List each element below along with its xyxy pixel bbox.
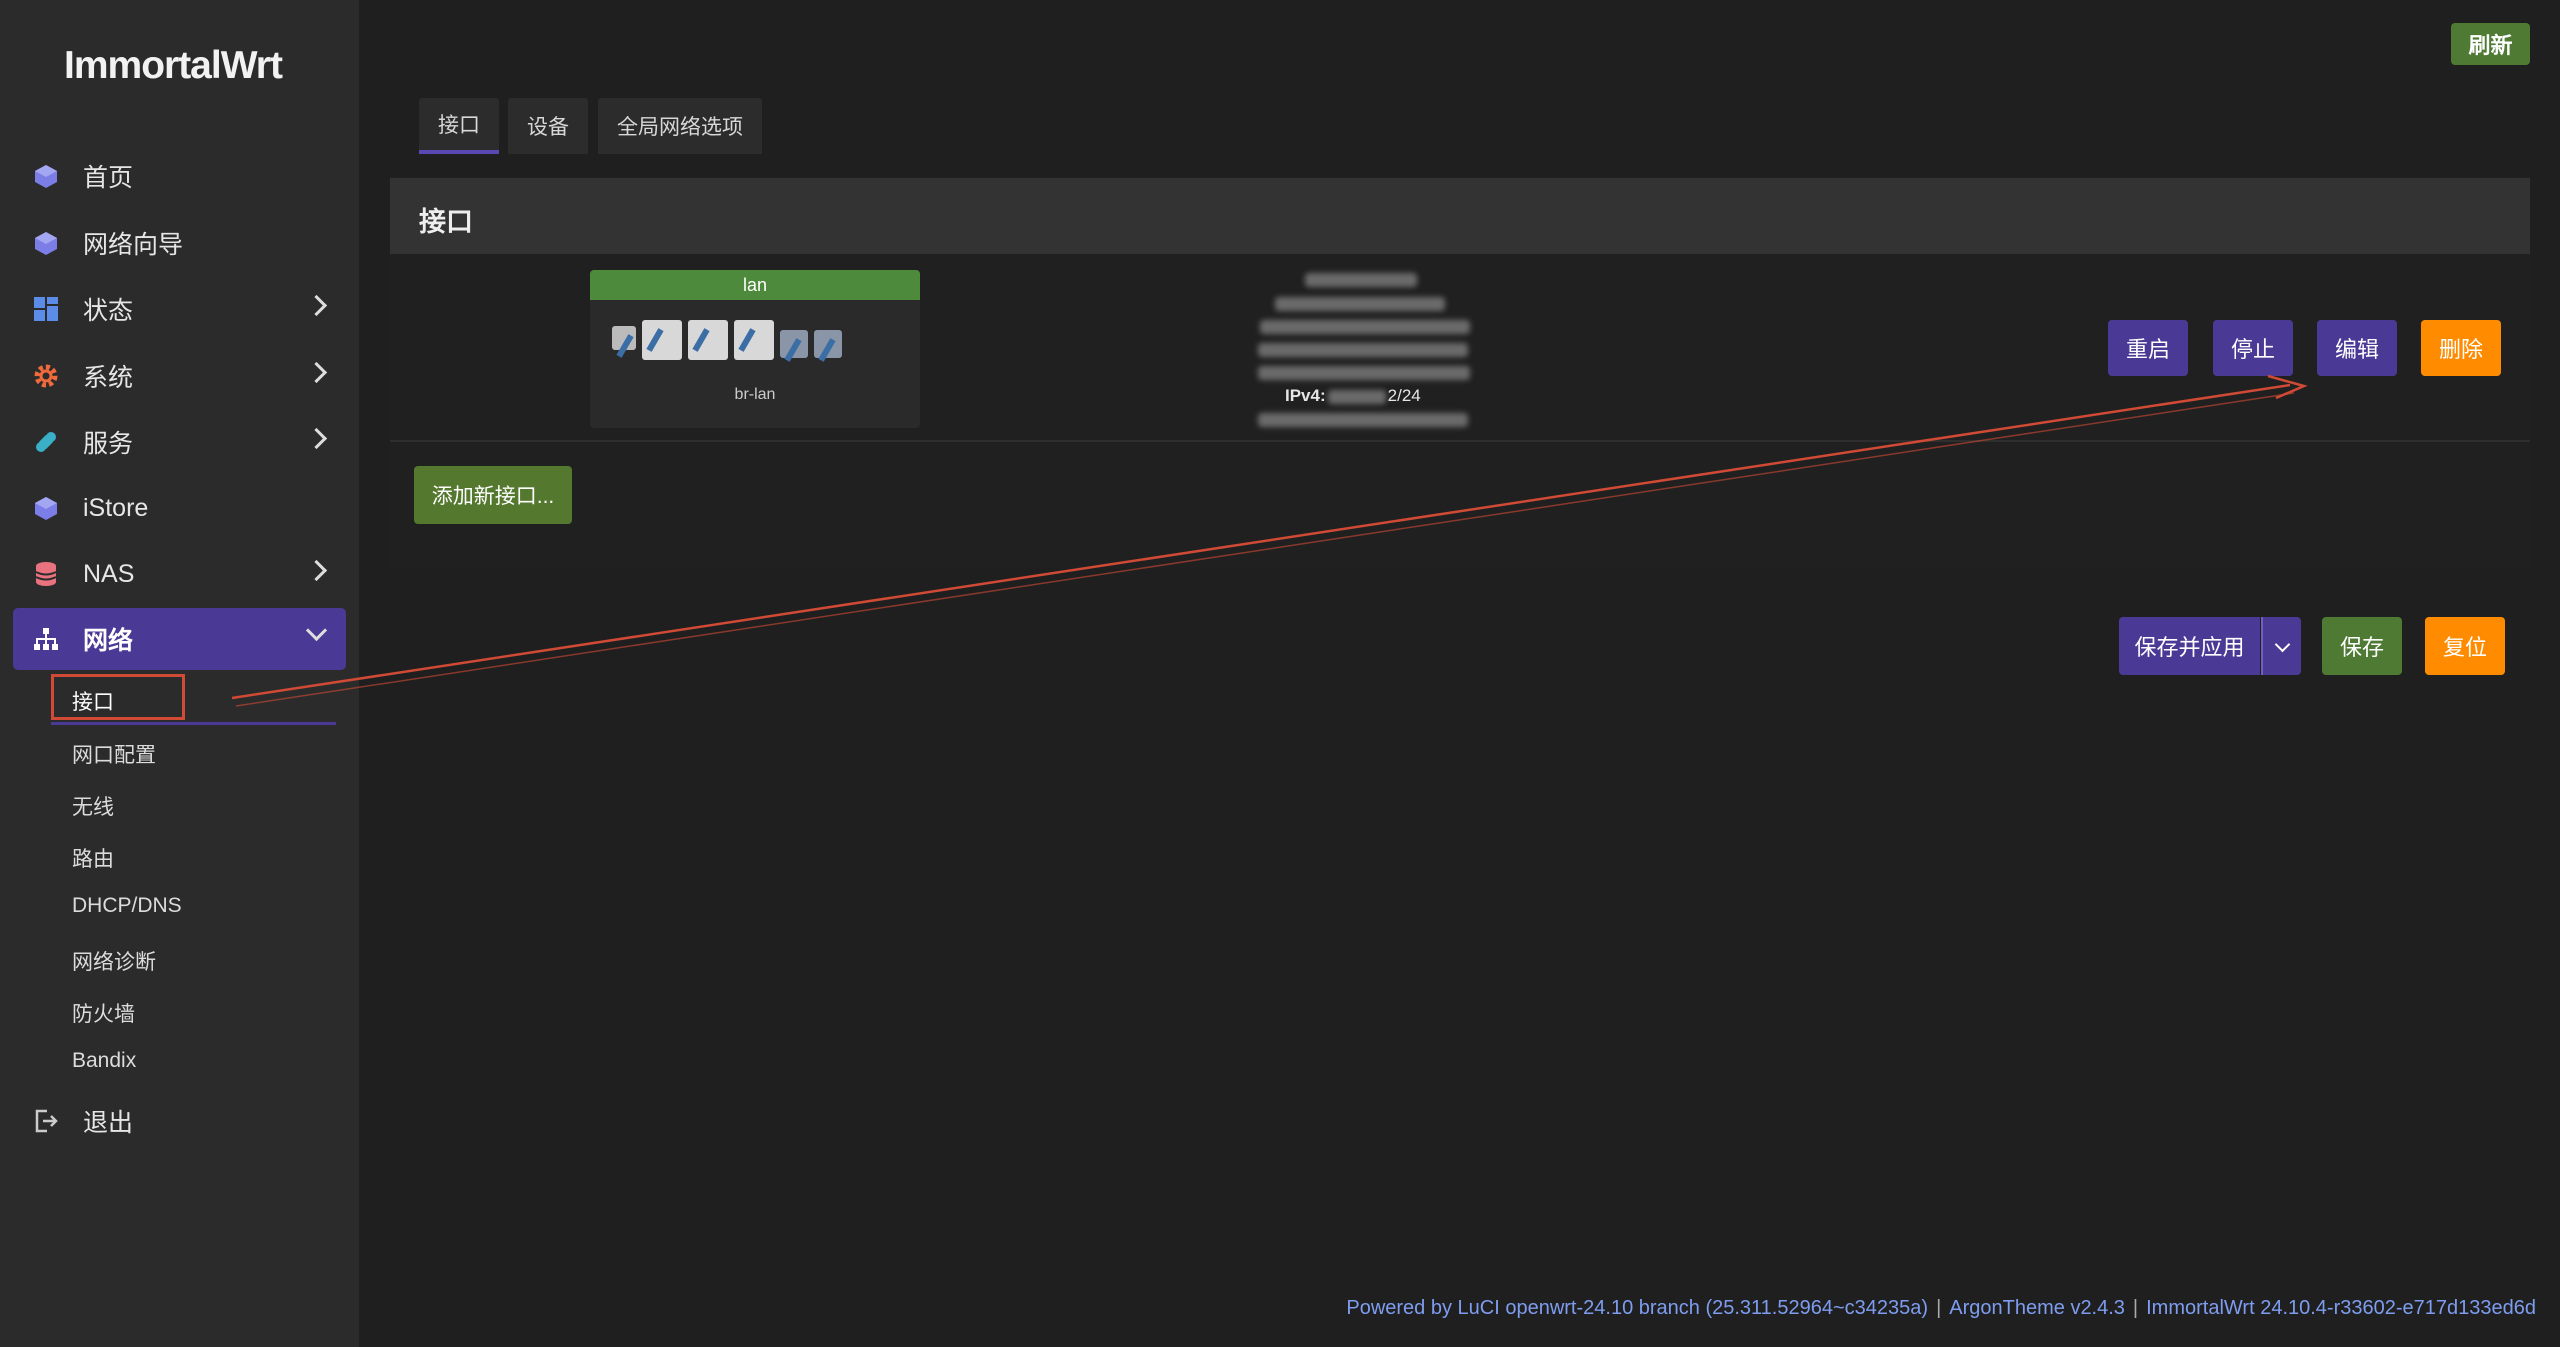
footer-version-link[interactable]: ImmortalWrt 24.10.4-r33602-e717d133ed6d (2146, 1297, 2536, 1319)
footer-theme-link[interactable]: ArgonTheme v2.4.3 (1949, 1297, 2125, 1319)
footer-luci-link[interactable]: Powered by LuCI openwrt-24.10 branch (25… (1346, 1297, 1928, 1319)
footer: Powered by LuCI openwrt-24.10 branch (25… (1346, 1297, 2536, 1319)
annotation-arrow (231, 374, 2308, 707)
